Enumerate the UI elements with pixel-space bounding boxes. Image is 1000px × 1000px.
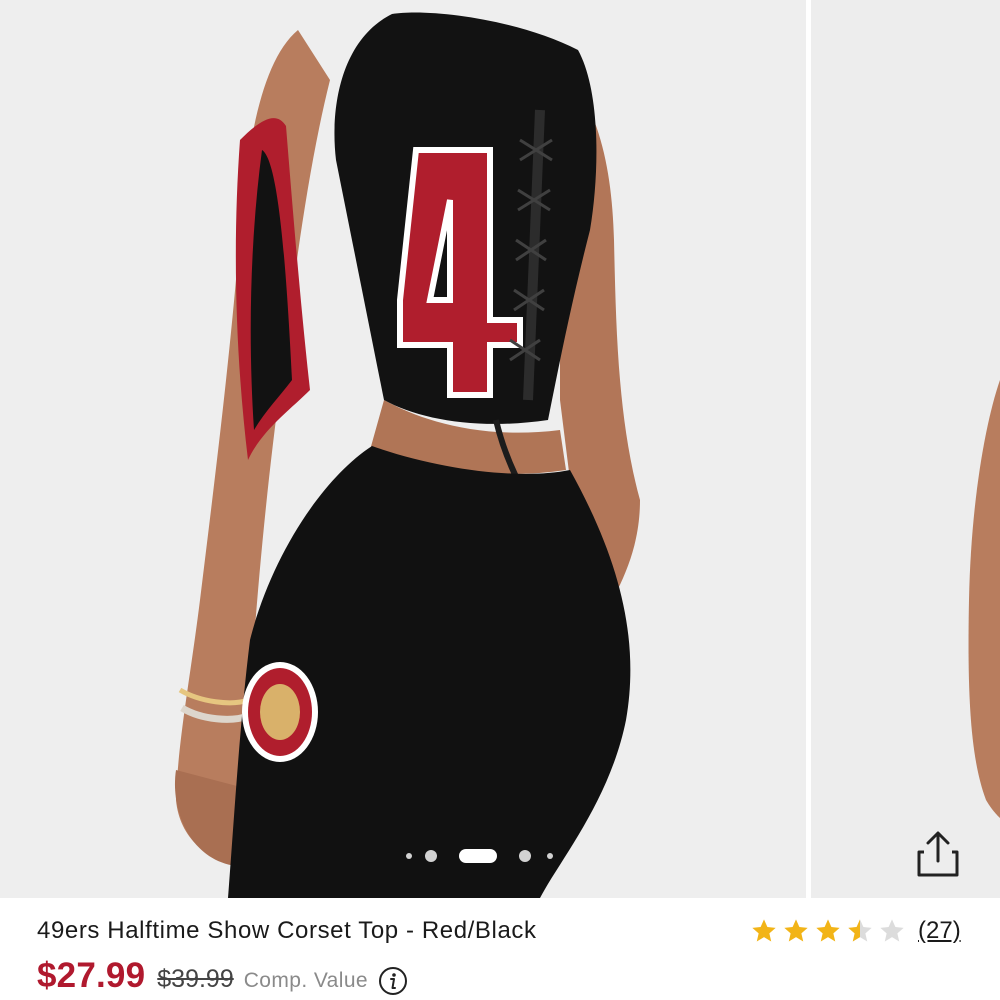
product-photo-main[interactable]: [0, 0, 806, 898]
product-info: 49ers Halftime Show Corset Top - Red/Bla…: [0, 900, 1000, 1000]
original-price: $39.99: [157, 965, 234, 993]
product-rating[interactable]: (27): [750, 916, 961, 946]
product-image-gallery[interactable]: [0, 0, 1000, 900]
share-icon: [917, 831, 959, 877]
carousel-pagination[interactable]: [400, 846, 570, 866]
product-photo-next-illustration: [811, 0, 1000, 898]
star-icon-filled: [784, 919, 808, 942]
price-row: $27.99 $39.99 Comp. Value: [37, 956, 408, 1000]
star-icon-empty: [880, 919, 904, 942]
star-icon-filled: [816, 919, 840, 942]
comp-value-label: Comp. Value: [243, 969, 368, 992]
star-icon-half: [848, 919, 872, 942]
product-photo-next[interactable]: [811, 0, 1000, 898]
carousel-dot-active[interactable]: [459, 849, 497, 863]
carousel-dot[interactable]: [425, 850, 437, 862]
share-button[interactable]: [908, 826, 968, 882]
info-icon[interactable]: [378, 966, 408, 996]
carousel-dot[interactable]: [406, 853, 412, 859]
carousel-dot[interactable]: [547, 853, 553, 859]
carousel-dot[interactable]: [519, 850, 531, 862]
product-title: 49ers Halftime Show Corset Top - Red/Bla…: [37, 917, 537, 944]
review-count-link[interactable]: (27): [918, 917, 961, 945]
rating-stars[interactable]: [750, 917, 906, 945]
product-page: 49ers Halftime Show Corset Top - Red/Bla…: [0, 0, 1000, 1000]
product-photo-illustration: [0, 0, 806, 898]
sale-price: $27.99: [37, 956, 146, 995]
star-icon-filled: [752, 919, 776, 942]
